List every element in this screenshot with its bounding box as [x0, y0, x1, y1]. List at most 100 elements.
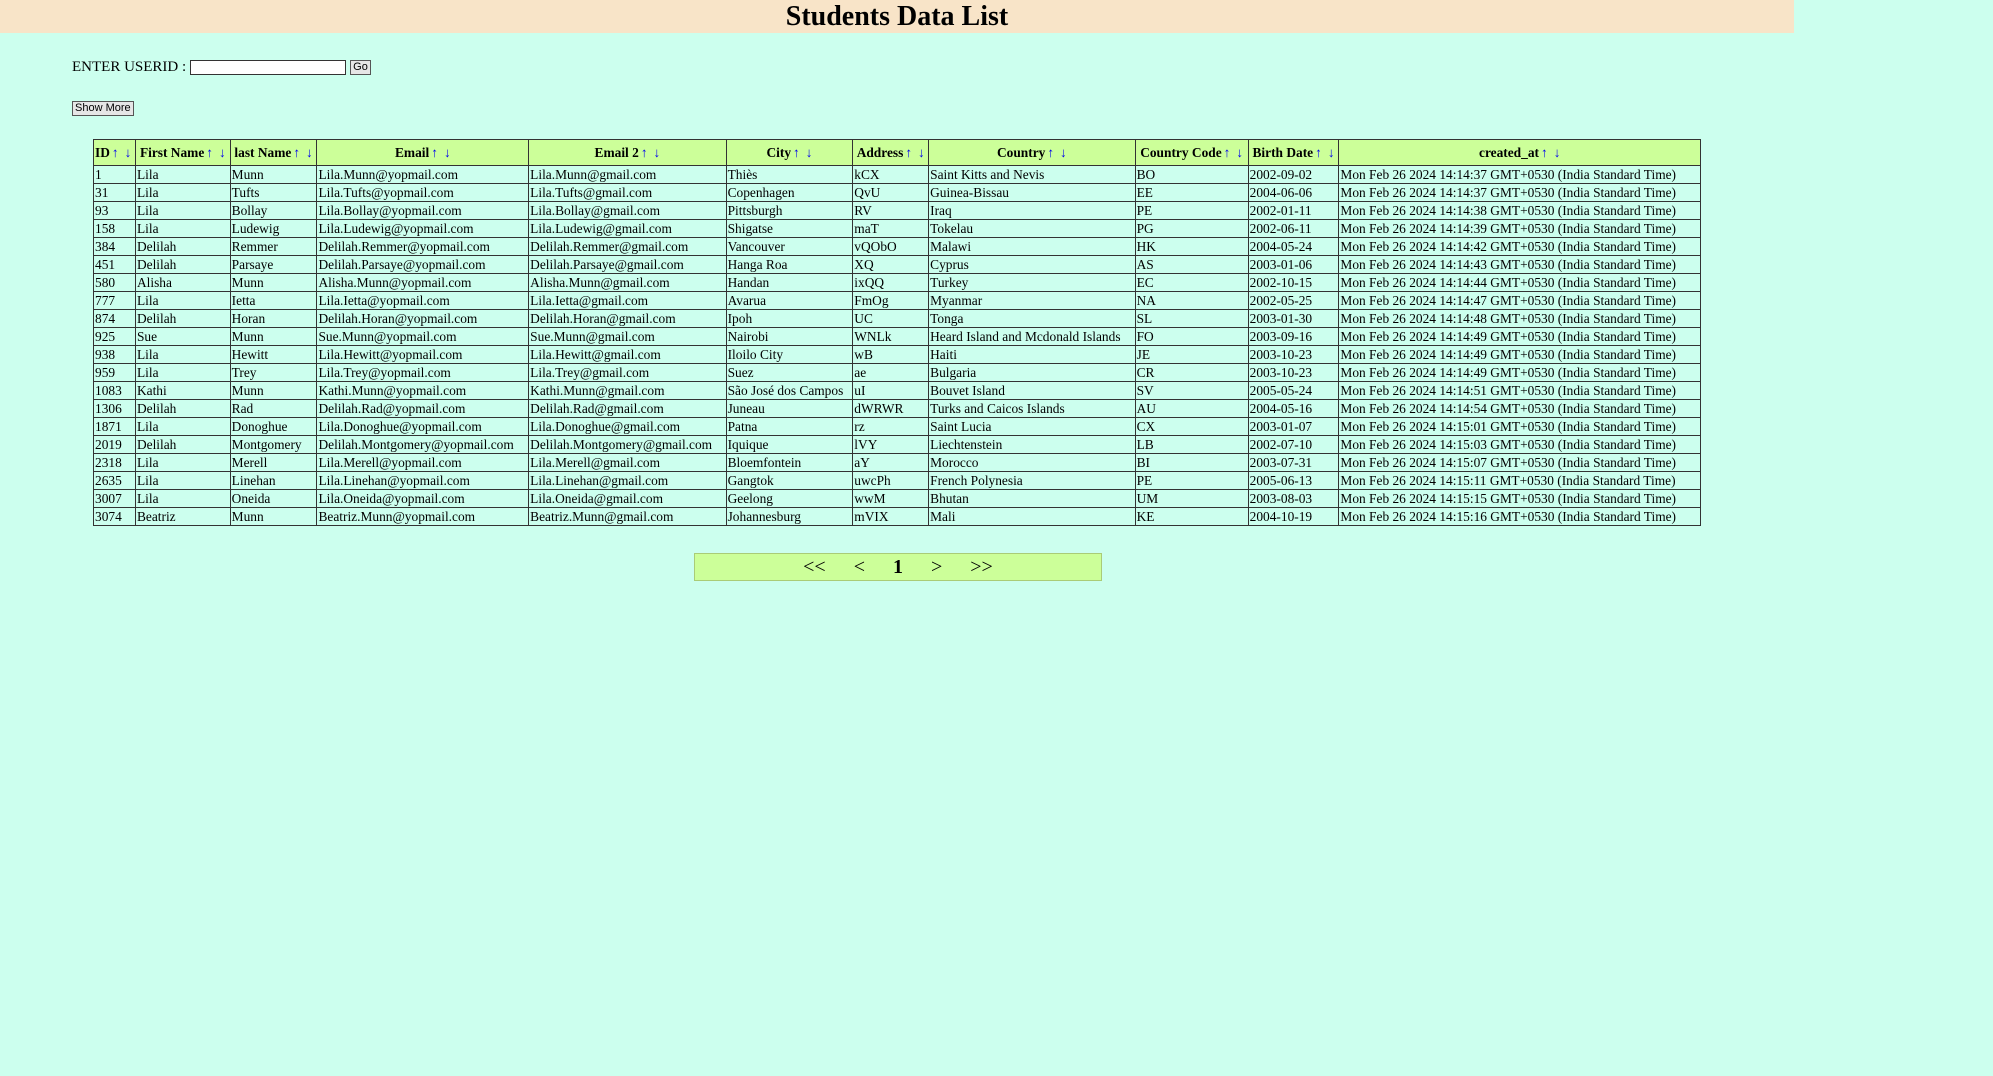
sort-ascending-icon[interactable]: ↑	[1224, 145, 1231, 160]
table-cell: Mon Feb 26 2024 14:14:49 GMT+0530 (India…	[1338, 345, 1701, 364]
sort-descending-icon[interactable]: ↓	[1060, 145, 1067, 160]
table-cell: 2005-05-24	[1247, 381, 1340, 400]
table-cell: 2004-10-19	[1247, 507, 1340, 526]
table-cell: Mon Feb 26 2024 14:14:42 GMT+0530 (India…	[1338, 237, 1701, 256]
next-page-button[interactable]: >	[931, 556, 942, 579]
table-cell: Hanga Roa	[725, 255, 854, 274]
sort-descending-icon[interactable]: ↓	[1236, 145, 1243, 160]
table-cell: Thiès	[725, 165, 854, 184]
table-cell: Delilah	[134, 309, 231, 328]
table-cell: Alisha.Munn@gmail.com	[528, 273, 727, 292]
table-cell: 158	[93, 219, 136, 238]
table-cell: Kathi	[134, 381, 231, 400]
prev-page-button[interactable]: <	[854, 556, 865, 579]
sort-ascending-icon[interactable]: ↑	[112, 145, 119, 160]
table-cell: ixQQ	[852, 273, 930, 292]
table-row: 2635 Lila Linehan Lila.Linehan@yopmail.com L…	[93, 471, 1701, 490]
page-title: Students Data List	[785, 1, 1009, 32]
userid-input[interactable]	[190, 60, 347, 75]
title-bar: Students Data List	[0, 0, 1794, 33]
table-cell: Turks and Caicos Islands	[928, 399, 1136, 418]
table-row: 384 Delilah Remmer Delilah.Remmer@yopmail.c…	[93, 237, 1701, 256]
table-cell: Haiti	[928, 345, 1136, 364]
table-cell: Munn	[229, 273, 318, 292]
table-cell: Rad	[229, 399, 318, 418]
table-cell: Beatriz	[134, 507, 231, 526]
table-cell: FO	[1134, 327, 1249, 346]
table-cell: Lila	[134, 489, 231, 508]
current-page[interactable]: 1	[893, 556, 903, 579]
sort-ascending-icon[interactable]: ↑	[206, 145, 213, 160]
table-cell: 959	[93, 363, 136, 382]
table-cell: Lila	[134, 345, 231, 364]
table-cell: Mon Feb 26 2024 14:15:01 GMT+0530 (India…	[1338, 417, 1701, 436]
table-row: 2318 Lila Merell Lila.Merell@yopmail.com Lil…	[93, 453, 1701, 472]
table-cell: PE	[1134, 201, 1249, 220]
table-cell: 938	[93, 345, 136, 364]
table-cell: Beatriz.Munn@yopmail.com	[316, 507, 530, 526]
sort-descending-icon[interactable]: ↓	[444, 145, 451, 160]
sort-ascending-icon[interactable]: ↑	[1315, 145, 1322, 160]
column-header-label: ID	[95, 145, 110, 160]
column-header-created-at: created_at ↑ ↓	[1338, 139, 1701, 166]
table-cell: Copenhagen	[725, 183, 854, 202]
table-cell: dWRWR	[852, 399, 930, 418]
sort-ascending-icon[interactable]: ↑	[641, 145, 648, 160]
table-cell: Saint Kitts and Nevis	[928, 165, 1136, 184]
table-cell: Horan	[229, 309, 318, 328]
show-more-button[interactable]: Show More	[72, 101, 134, 116]
table-cell: Lila.Linehan@yopmail.com	[316, 471, 530, 490]
sort-ascending-icon[interactable]: ↑	[1047, 145, 1054, 160]
table-cell: 3074	[93, 507, 136, 526]
table-cell: 2003-01-06	[1247, 255, 1340, 274]
sort-ascending-icon[interactable]: ↑	[793, 145, 800, 160]
sort-ascending-icon[interactable]: ↑	[1541, 145, 1548, 160]
go-button[interactable]: Go	[350, 60, 371, 75]
first-page-button[interactable]: <<	[803, 556, 826, 579]
table-cell: 2004-05-16	[1247, 399, 1340, 418]
table-cell: Guinea-Bissau	[928, 183, 1136, 202]
sort-ascending-icon[interactable]: ↑	[431, 145, 438, 160]
table-cell: Munn	[229, 327, 318, 346]
table-cell: Turkey	[928, 273, 1136, 292]
column-header-address: Address ↑ ↓	[852, 139, 930, 166]
sort-ascending-icon[interactable]: ↑	[293, 145, 300, 160]
table-cell: Delilah	[134, 435, 231, 454]
table-cell: Oneida	[229, 489, 318, 508]
table-cell: French Polynesia	[928, 471, 1136, 490]
table-row: 1306 Delilah Rad Delilah.Rad@yopmail.com Del…	[93, 399, 1701, 418]
table-cell: 2002-05-25	[1247, 291, 1340, 310]
table-cell: Lila.Ludewig@gmail.com	[528, 219, 727, 238]
table-cell: Mon Feb 26 2024 14:14:37 GMT+0530 (India…	[1338, 165, 1701, 184]
sort-descending-icon[interactable]: ↓	[806, 145, 813, 160]
table-cell: Delilah.Rad@gmail.com	[528, 399, 727, 418]
sort-descending-icon[interactable]: ↓	[219, 145, 226, 160]
table-cell: Tufts	[229, 183, 318, 202]
table-cell: Mon Feb 26 2024 14:14:47 GMT+0530 (India…	[1338, 291, 1701, 310]
table-cell: Mon Feb 26 2024 14:15:16 GMT+0530 (India…	[1338, 507, 1701, 526]
table-cell: Juneau	[725, 399, 854, 418]
table-cell: wwM	[852, 489, 930, 508]
last-page-button[interactable]: >>	[970, 556, 993, 579]
sort-descending-icon[interactable]: ↓	[125, 145, 132, 160]
sort-descending-icon[interactable]: ↓	[918, 145, 925, 160]
column-header-label: created_at	[1479, 145, 1539, 160]
sort-descending-icon[interactable]: ↓	[1328, 145, 1335, 160]
column-header-label: Email 2	[594, 145, 639, 160]
table-cell: Lila.Merell@yopmail.com	[316, 453, 530, 472]
table-cell: Lila	[134, 219, 231, 238]
table-cell: 31	[93, 183, 136, 202]
table-cell: Ipoh	[725, 309, 854, 328]
sort-ascending-icon[interactable]: ↑	[905, 145, 912, 160]
table-cell: Avarua	[725, 291, 854, 310]
table-cell: 925	[93, 327, 136, 346]
table-cell: 3007	[93, 489, 136, 508]
sort-descending-icon[interactable]: ↓	[1554, 145, 1561, 160]
table-cell: Delilah.Horan@gmail.com	[528, 309, 727, 328]
table-cell: Hewitt	[229, 345, 318, 364]
sort-descending-icon[interactable]: ↓	[306, 145, 313, 160]
table-cell: Nairobi	[725, 327, 854, 346]
table-cell: CR	[1134, 363, 1249, 382]
sort-descending-icon[interactable]: ↓	[654, 145, 661, 160]
table-cell: Munn	[229, 165, 318, 184]
